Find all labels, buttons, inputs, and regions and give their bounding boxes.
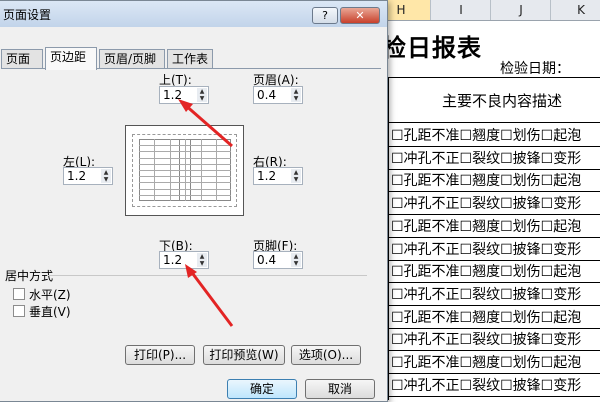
center-on-page-label: 居中方式 bbox=[5, 269, 54, 283]
spin-up-icon[interactable]: ▲ bbox=[197, 253, 207, 260]
top-margin-stepper[interactable]: 1.2 ▲ ▼ bbox=[159, 86, 209, 104]
table-row[interactable]: ☐冲孔不正☐裂纹☐披锋☐变形 bbox=[388, 193, 600, 216]
margins-panel bbox=[1, 68, 381, 374]
inspection-date-label[interactable]: 检验日期： bbox=[500, 58, 570, 78]
spin-down-icon[interactable]: ▼ bbox=[197, 260, 207, 267]
tab-header-footer[interactable]: 页眉/页脚 bbox=[99, 49, 165, 69]
table-row[interactable]: ☐冲孔不正☐裂纹☐披锋☐变形 bbox=[388, 329, 600, 352]
preview-gridline bbox=[169, 139, 171, 201]
page-setup-dialog: 页面设置 ? ✕ 页面 页边距 页眉/页脚 工作表 上(T): 1.2 ▲ ▼ 页… bbox=[0, 0, 388, 402]
defect-description-header[interactable]: 主要不良内容描述 bbox=[442, 90, 562, 111]
column-header-k[interactable]: K bbox=[550, 0, 600, 20]
center-vertical-label[interactable]: 垂直(V) bbox=[29, 303, 71, 320]
table-row[interactable]: ☐冲孔不正☐裂纹☐披锋☐变形 bbox=[388, 148, 600, 170]
spin-down-icon[interactable]: ▼ bbox=[291, 176, 301, 183]
table-border-line bbox=[388, 122, 600, 123]
preview-gridline bbox=[200, 139, 202, 201]
help-button[interactable]: ? bbox=[312, 7, 338, 24]
tab-page[interactable]: 页面 bbox=[1, 49, 43, 69]
print-button[interactable]: 打印(P)... bbox=[125, 345, 195, 365]
center-horizontal-label[interactable]: 水平(Z) bbox=[29, 286, 71, 303]
right-margin-value[interactable]: 1.2 bbox=[257, 169, 276, 183]
table-row[interactable]: ☐孔距不准☐翘度☐划伤☐起泡 bbox=[388, 125, 600, 147]
preview-gridline bbox=[216, 139, 217, 201]
table-row[interactable]: ☐孔距不准☐翘度☐划伤☐起泡 bbox=[388, 307, 600, 329]
column-header-bar: H I J K bbox=[370, 0, 600, 21]
center-vertical-checkbox[interactable] bbox=[13, 305, 25, 317]
spin-down-icon[interactable]: ▼ bbox=[291, 260, 301, 267]
left-margin-stepper[interactable]: 1.2 ▲ ▼ bbox=[63, 167, 113, 185]
spin-up-icon[interactable]: ▲ bbox=[197, 88, 207, 95]
center-horizontal-checkbox[interactable] bbox=[13, 288, 25, 300]
spin-up-icon[interactable]: ▲ bbox=[101, 169, 111, 176]
spin-down-icon[interactable]: ▼ bbox=[291, 95, 301, 102]
table-row[interactable]: ☐冲孔不正☐裂纹☐披锋☐变形 bbox=[388, 284, 600, 306]
top-margin-value[interactable]: 1.2 bbox=[163, 88, 182, 102]
left-margin-value[interactable]: 1.2 bbox=[67, 169, 86, 183]
column-header-j[interactable]: J bbox=[490, 0, 551, 20]
table-row[interactable]: ☐孔距不准☐翘度☐划伤☐起泡 bbox=[388, 261, 600, 284]
header-margin-stepper[interactable]: 0.4 ▲ ▼ bbox=[253, 86, 303, 104]
spin-up-icon[interactable]: ▲ bbox=[291, 88, 301, 95]
page-preview bbox=[125, 125, 244, 216]
tab-sheet[interactable]: 工作表 bbox=[167, 49, 213, 69]
dialog-title: 页面设置 bbox=[3, 8, 52, 22]
table-border-line bbox=[388, 77, 600, 78]
report-title[interactable]: 检日报表 bbox=[382, 28, 482, 63]
table-row[interactable]: ☐孔距不准☐翘度☐划伤☐起泡 bbox=[388, 352, 600, 374]
preview-margin-guides bbox=[132, 134, 237, 207]
print-preview-button[interactable]: 打印预览(W) bbox=[203, 345, 285, 365]
spin-down-icon[interactable]: ▼ bbox=[101, 176, 111, 183]
footer-margin-value[interactable]: 0.4 bbox=[257, 253, 276, 267]
table-row[interactable]: ☐冲孔不正☐裂纹☐披锋☐变形 bbox=[388, 239, 600, 261]
header-margin-value[interactable]: 0.4 bbox=[257, 88, 276, 102]
bottom-margin-value[interactable]: 1.2 bbox=[163, 253, 182, 267]
close-button[interactable]: ✕ bbox=[340, 7, 380, 24]
column-header-i[interactable]: I bbox=[430, 0, 491, 20]
bottom-margin-stepper[interactable]: 1.2 ▲ ▼ bbox=[159, 251, 209, 269]
preview-gridline bbox=[185, 139, 187, 201]
preview-gridline bbox=[154, 139, 156, 201]
cancel-button[interactable]: 取消 bbox=[305, 379, 375, 399]
section-divider bbox=[47, 275, 367, 276]
dialog-titlebar[interactable]: 页面设置 ? ✕ bbox=[0, 1, 387, 27]
ok-button[interactable]: 确定 bbox=[227, 379, 297, 399]
table-row[interactable]: ☐冲孔不正☐裂纹☐披锋☐变形 bbox=[388, 375, 600, 397]
spin-up-icon[interactable]: ▲ bbox=[291, 169, 301, 176]
options-button[interactable]: 选项(O)... bbox=[291, 345, 361, 365]
spin-down-icon[interactable]: ▼ bbox=[197, 95, 207, 102]
table-row[interactable]: ☐孔距不准☐翘度☐划伤☐起泡 bbox=[388, 216, 600, 238]
footer-margin-stepper[interactable]: 0.4 ▲ ▼ bbox=[253, 251, 303, 269]
right-margin-stepper[interactable]: 1.2 ▲ ▼ bbox=[253, 167, 303, 185]
spin-up-icon[interactable]: ▲ bbox=[291, 253, 301, 260]
spreadsheet: H I J K 检日报表 检验日期： 主要不良内容描述 ☐孔距不准☐翘度☐划伤☐… bbox=[370, 0, 600, 400]
tab-margins[interactable]: 页边距 bbox=[45, 47, 97, 70]
table-row[interactable]: ☐孔距不准☐翘度☐划伤☐起泡 bbox=[388, 170, 600, 193]
